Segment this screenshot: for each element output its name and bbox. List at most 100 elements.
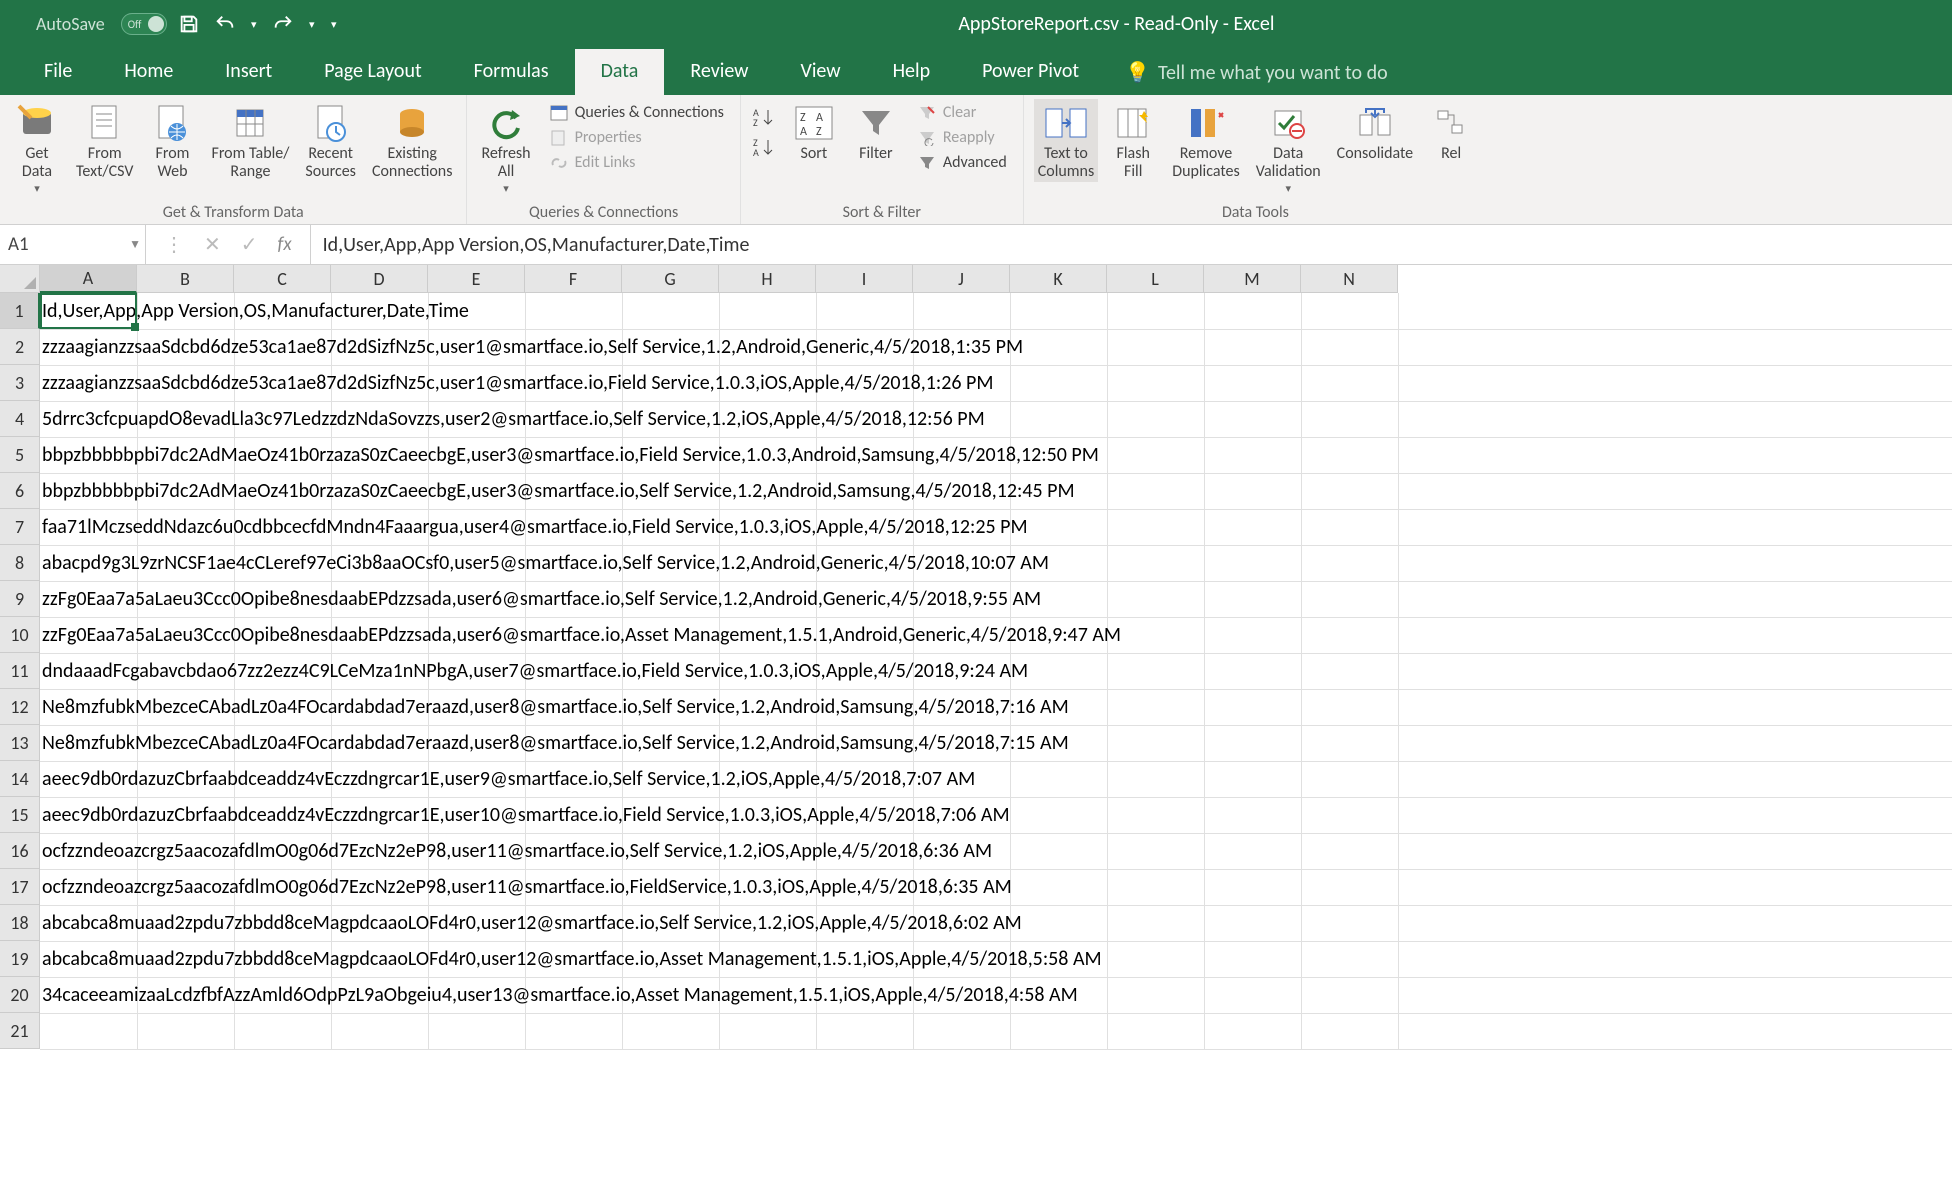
row-header[interactable]: 18 [0,905,40,941]
row-header[interactable]: 19 [0,941,40,977]
row-header[interactable]: 10 [0,617,40,653]
from-web-button[interactable]: From Web [145,99,199,182]
row-header[interactable]: 1 [0,293,40,329]
formula-options-icon[interactable]: ⋮ [164,232,184,257]
row-header[interactable]: 7 [0,509,40,545]
cell-content[interactable]: abcabca8muaad2zpdu7zbbdd8ceMagpdcaaoLOFd… [40,941,1102,977]
row-header[interactable]: 6 [0,473,40,509]
name-box[interactable]: ▼ [0,225,146,264]
cell-content[interactable]: bbpzbbbbbpbi7dc2AdMaeOz41b0rzazaS0zCaeec… [40,437,1099,473]
consolidate-button[interactable]: Consolidate [1333,99,1417,163]
formula-input[interactable] [311,225,1952,264]
tab-data[interactable]: Data [575,49,665,95]
row-header[interactable]: 11 [0,653,40,689]
column-header[interactable]: M [1204,265,1301,293]
cell-content[interactable]: bbpzbbbbbpbi7dc2AdMaeOz41b0rzazaS0zCaeec… [40,473,1075,509]
relationships-button[interactable]: Rel [1425,99,1477,163]
tab-formulas[interactable]: Formulas [448,49,575,95]
row-header[interactable]: 3 [0,365,40,401]
undo-dropdown-icon[interactable]: ▾ [247,10,261,38]
from-text-csv-button[interactable]: From Text/CSV [72,99,137,182]
tab-insert[interactable]: Insert [199,49,298,95]
tab-review[interactable]: Review [664,49,774,95]
existing-connections-button[interactable]: Existing Connections [368,99,457,182]
from-table-range-button[interactable]: From Table/ Range [207,99,293,182]
tab-power-pivot[interactable]: Power Pivot [956,49,1105,95]
qat-customize-icon[interactable]: ▾ [327,10,341,38]
row-header[interactable]: 9 [0,581,40,617]
cell-content[interactable]: aeec9db0rdazuzCbrfaabdceaddz4vEczzdngrca… [40,797,1010,833]
get-data-button[interactable]: Get Data ▾ [10,99,64,195]
spreadsheet-grid[interactable]: ABCDEFGHIJKLMN 1234567891011121314151617… [0,265,1952,1195]
column-header[interactable]: L [1107,265,1204,293]
row-header[interactable]: 2 [0,329,40,365]
column-header[interactable]: N [1301,265,1398,293]
cell-content[interactable]: Ne8mzfubkMbezceCAbadLz0a4FOcardabdad7era… [40,725,1069,761]
redo-dropdown-icon[interactable]: ▾ [305,10,319,38]
row-header[interactable]: 16 [0,833,40,869]
queries-connections-button[interactable]: Queries & Connections [543,101,730,124]
refresh-all-button[interactable]: Refresh All ▾ [477,99,534,195]
tab-view[interactable]: View [774,49,866,95]
cell-content[interactable]: faa71lMczseddNdazc6u0cdbbcecfdMndn4Faaar… [40,509,1028,545]
name-box-input[interactable] [8,233,137,256]
column-header[interactable]: C [234,265,331,293]
tab-page-layout[interactable]: Page Layout [298,49,447,95]
cancel-icon[interactable]: ✕ [204,232,221,257]
column-header[interactable]: A [40,265,137,293]
cell-content[interactable]: zzFg0Eaa7a5aLaeu3Ccc0Opibe8nesdaabEPdzzs… [40,617,1121,653]
redo-icon[interactable] [269,10,297,38]
enter-icon[interactable]: ✓ [241,232,258,257]
cell-content[interactable]: ocfzzndeoazcrgz5aacozafdlmO0g06d7EzcNz2e… [40,833,992,869]
cell-content[interactable]: ocfzzndeoazcrgz5aacozafdlmO0g06d7EzcNz2e… [40,869,1012,905]
column-header[interactable]: D [331,265,428,293]
filter-button[interactable]: Filter [849,99,903,163]
data-validation-button[interactable]: Data Validation ▾ [1252,99,1325,195]
row-header[interactable]: 14 [0,761,40,797]
flash-fill-button[interactable]: Flash Fill [1106,99,1160,182]
cell-content[interactable]: Id,User,App,App Version,OS,Manufacturer,… [40,293,469,329]
tab-help[interactable]: Help [867,49,957,95]
sort-button[interactable]: ZAAZ Sort [787,99,841,163]
save-icon[interactable] [175,10,203,38]
cell-content[interactable]: abacpd9g3L9zrNCSF1ae4cCLeref97eCi3b8aaOC… [40,545,1049,581]
row-header[interactable]: 8 [0,545,40,581]
cell-content[interactable]: zzzaagianzzsaaSdcbd6dze53ca1ae87d2dSizfN… [40,365,993,401]
cell-content[interactable]: zzFg0Eaa7a5aLaeu3Ccc0Opibe8nesdaabEPdzzs… [40,581,1041,617]
column-header[interactable]: J [913,265,1010,293]
recent-sources-button[interactable]: Recent Sources [301,99,360,182]
sort-desc-icon[interactable]: ZA [751,135,779,159]
cell-content[interactable]: aeec9db0rdazuzCbrfaabdceaddz4vEczzdngrca… [40,761,975,797]
row-header[interactable]: 15 [0,797,40,833]
fx-icon[interactable]: fx [278,233,292,256]
remove-duplicates-button[interactable]: Remove Duplicates [1168,99,1244,182]
column-header[interactable]: B [137,265,234,293]
row-header[interactable]: 20 [0,977,40,1013]
column-header[interactable]: E [428,265,525,293]
autosave-toggle[interactable]: Off [121,13,167,35]
sort-asc-icon[interactable]: AZ [751,105,779,129]
row-header[interactable]: 17 [0,869,40,905]
row-header[interactable]: 13 [0,725,40,761]
tell-me-search[interactable]: 💡 Tell me what you want to do [1105,50,1408,95]
column-header[interactable]: G [622,265,719,293]
column-header[interactable]: H [719,265,816,293]
row-header[interactable]: 5 [0,437,40,473]
column-header[interactable]: K [1010,265,1107,293]
cell-content[interactable]: zzzaagianzzsaaSdcbd6dze53ca1ae87d2dSizfN… [40,329,1023,365]
tab-home[interactable]: Home [98,49,199,95]
tab-file[interactable]: File [18,49,98,95]
name-box-dropdown-icon[interactable]: ▼ [129,237,141,252]
row-header[interactable]: 21 [0,1013,40,1049]
row-header[interactable]: 12 [0,689,40,725]
text-to-columns-button[interactable]: Text to Columns [1034,99,1099,182]
cell-content[interactable]: abcabca8muaad2zpdu7zbbdd8ceMagpdcaaoLOFd… [40,905,1022,941]
cell-content[interactable]: 34caceeamizaaLcdzfbfAzzAmld6OdpPzL9aObge… [40,977,1078,1013]
row-header[interactable]: 4 [0,401,40,437]
undo-icon[interactable] [211,10,239,38]
select-all-corner[interactable] [0,265,40,293]
cell-content[interactable]: dndaaadFcgabavcbdao67zz2ezz4C9LCeMza1nNP… [40,653,1028,689]
cell-content[interactable]: 5drrc3cfcpuapdO8evadLla3c97LedzzdzNdaSov… [40,401,985,437]
column-header[interactable]: F [525,265,622,293]
column-header[interactable]: I [816,265,913,293]
